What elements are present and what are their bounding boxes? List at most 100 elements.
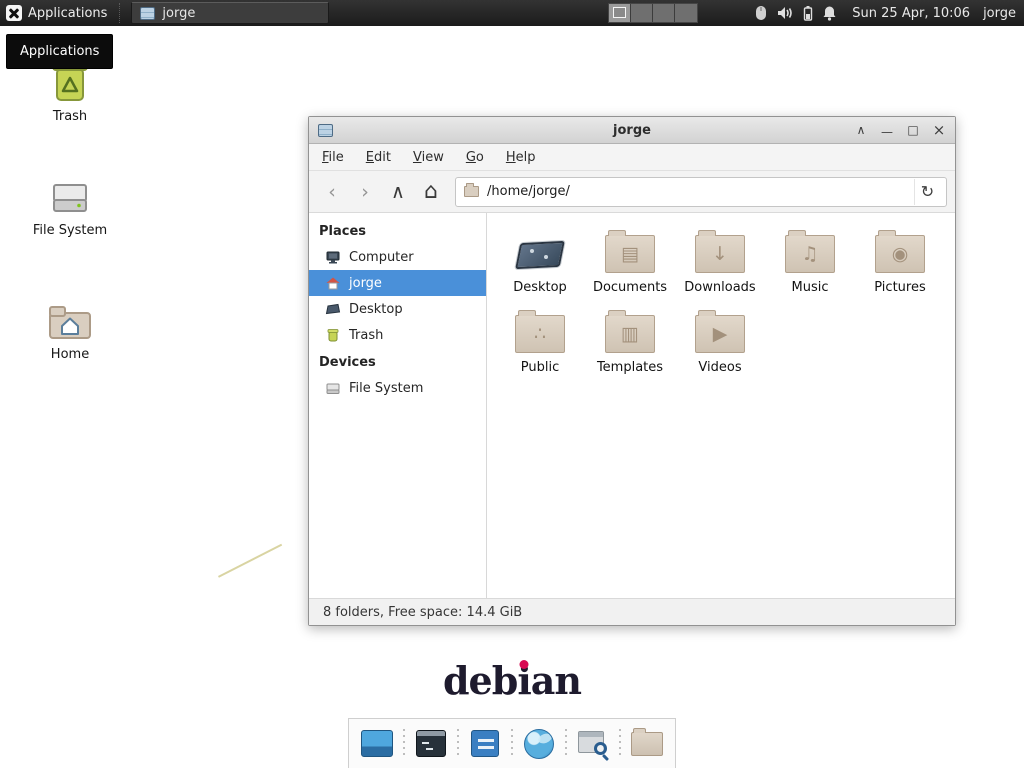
computer-icon: [325, 249, 341, 265]
file-item-videos[interactable]: ▶ Videos: [675, 307, 765, 375]
top-panel: Applications jorge Sun 25 Apr, 10:06 jor…: [0, 0, 1024, 26]
terminal-icon: [416, 730, 446, 757]
debian-logo: debian: [432, 658, 592, 703]
path-folder-icon: [464, 186, 479, 197]
window-controls: ∧ — □ ×: [854, 117, 946, 143]
debian-logo-text: an: [531, 658, 581, 703]
menu-help[interactable]: Help: [506, 150, 536, 165]
sidebar-item-label: File System: [349, 381, 423, 396]
terminal-launcher[interactable]: [411, 724, 451, 764]
file-item-music[interactable]: ♫ Music: [765, 227, 855, 295]
file-item-templates[interactable]: ▥ Templates: [585, 307, 675, 375]
file-item-desktop[interactable]: Desktop: [495, 227, 585, 295]
places-header: Places: [309, 217, 486, 244]
maximize-button[interactable]: □: [906, 117, 920, 143]
forward-button[interactable]: ›: [350, 177, 380, 207]
file-label: Desktop: [513, 280, 567, 295]
back-button[interactable]: ‹: [317, 177, 347, 207]
file-manager-launcher[interactable]: [627, 724, 667, 764]
panel-separator: [119, 3, 125, 23]
workspace-3[interactable]: [653, 4, 675, 22]
desktop-root: { "colors": { "accent": "#4a90d9", "debi…: [0, 0, 1024, 768]
devices-header: Devices: [309, 348, 486, 375]
desktop-icon-home[interactable]: Home: [15, 296, 125, 362]
file-item-documents[interactable]: ▤ Documents: [585, 227, 675, 295]
music-folder-icon: ♫: [785, 227, 835, 273]
menu-edit[interactable]: Edit: [366, 150, 391, 165]
window-titlebar[interactable]: jorge ∧ — □ ×: [309, 117, 955, 144]
trash-icon: [325, 327, 341, 343]
workspace-2[interactable]: [631, 4, 653, 22]
workspace-4[interactable]: [675, 4, 697, 22]
web-browser-launcher[interactable]: [519, 724, 559, 764]
desktop-icon-label: File System: [33, 223, 107, 238]
dock-separator: [619, 729, 621, 759]
sidebar-item-file-system[interactable]: File System: [309, 375, 486, 401]
downloads-folder-icon: ↓: [695, 227, 745, 273]
up-button[interactable]: ∧: [383, 177, 413, 207]
file-item-downloads[interactable]: ↓ Downloads: [675, 227, 765, 295]
path-bar[interactable]: /home/jorge/ ↻: [455, 177, 947, 207]
statusbar-text: 8 folders, Free space: 14.4 GiB: [323, 605, 522, 620]
desktop-folder-icon: [514, 227, 566, 273]
sidebar-item-label: Trash: [349, 328, 383, 343]
show-desktop-launcher[interactable]: [357, 724, 397, 764]
close-button[interactable]: ×: [932, 117, 946, 143]
workspace-1[interactable]: [609, 4, 631, 22]
home-button[interactable]: ⌂: [416, 177, 446, 207]
sidebar: Places Computer jorge Desktop Trash Devi…: [309, 213, 487, 598]
sidebar-item-computer[interactable]: Computer: [309, 244, 486, 270]
app-finder-launcher[interactable]: [573, 724, 613, 764]
menu-go[interactable]: Go: [466, 150, 484, 165]
dock-separator: [403, 729, 405, 759]
taskbar-window-button[interactable]: jorge: [131, 2, 329, 24]
dock-separator: [511, 729, 513, 759]
drive-icon: [325, 380, 341, 396]
file-label: Pictures: [874, 280, 925, 295]
templates-folder-icon: ▥: [605, 307, 655, 353]
taskbar-window-label: jorge: [162, 6, 195, 21]
menu-file[interactable]: File: [322, 150, 344, 165]
folder-icon: [631, 732, 663, 756]
dock-separator: [457, 729, 459, 759]
path-text[interactable]: /home/jorge/: [487, 184, 906, 199]
applications-menu-button[interactable]: Applications: [0, 0, 117, 26]
globe-icon: [524, 729, 554, 759]
file-label: Documents: [593, 280, 667, 295]
file-item-pictures[interactable]: ◉ Pictures: [855, 227, 945, 295]
file-manager-window: jorge ∧ — □ × File Edit View Go Help ‹ ›…: [308, 116, 956, 626]
videos-folder-icon: ▶: [695, 307, 745, 353]
workspace-switcher: [608, 3, 698, 23]
mouse-tray-icon[interactable]: [754, 5, 768, 21]
desktop-icon-label: Home: [51, 347, 89, 362]
dock: [348, 718, 676, 768]
sidebar-item-jorge[interactable]: jorge: [309, 270, 486, 296]
desktop-icon: [325, 301, 341, 317]
files-grid: Desktop ▤ Documents ↓ Downloads ♫ Music …: [487, 213, 955, 598]
file-label: Public: [521, 360, 559, 375]
sidebar-item-desktop[interactable]: Desktop: [309, 296, 486, 322]
menubar: File Edit View Go Help: [309, 144, 955, 171]
volume-tray-icon[interactable]: [777, 5, 794, 21]
applications-tooltip: Applications: [6, 34, 113, 69]
home-icon: [325, 275, 341, 291]
panel-username[interactable]: jorge: [983, 6, 1016, 21]
battery-tray-icon[interactable]: [803, 5, 813, 21]
notification-bell-icon[interactable]: [822, 5, 837, 21]
show-desktop-icon: [361, 730, 393, 757]
window-body: Places Computer jorge Desktop Trash Devi…: [309, 213, 955, 598]
shade-button[interactable]: ∧: [854, 117, 868, 143]
desktop-icon-file-system[interactable]: File System: [15, 172, 125, 238]
file-item-public[interactable]: ∴ Public: [495, 307, 585, 375]
window-list-launcher[interactable]: [465, 724, 505, 764]
pictures-folder-icon: ◉: [875, 227, 925, 273]
desktop-icon-label: Trash: [53, 109, 87, 124]
reload-button[interactable]: ↻: [914, 179, 940, 205]
statusbar: 8 folders, Free space: 14.4 GiB: [309, 598, 955, 625]
sidebar-item-trash[interactable]: Trash: [309, 322, 486, 348]
menu-view[interactable]: View: [413, 150, 444, 165]
minimize-button[interactable]: —: [880, 119, 894, 145]
panel-clock[interactable]: Sun 25 Apr, 10:06: [852, 6, 970, 21]
file-label: Videos: [698, 360, 741, 375]
sidebar-item-label: Computer: [349, 250, 414, 265]
